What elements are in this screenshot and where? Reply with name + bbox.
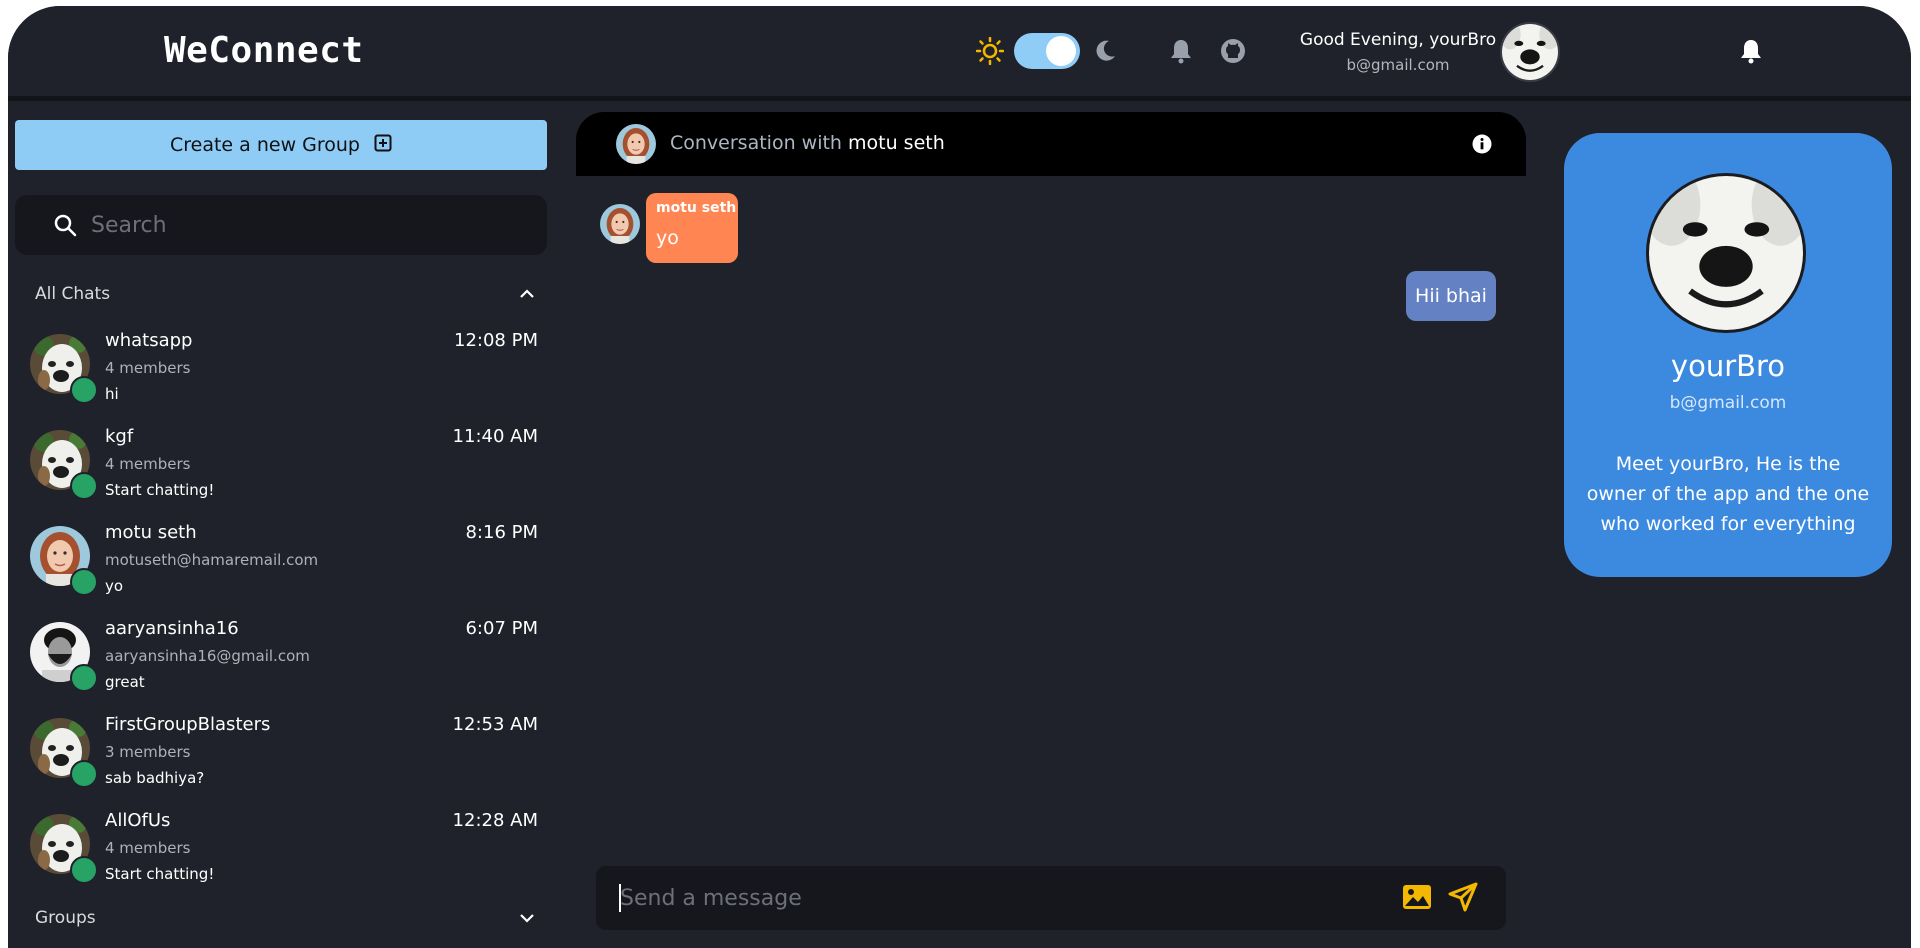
create-group-label: Create a new Group — [169, 134, 360, 156]
add-square-icon — [374, 134, 392, 157]
profile-avatar — [1646, 173, 1806, 333]
create-group-button[interactable]: Create a new Group — [15, 120, 547, 170]
chevron-down-icon[interactable] — [519, 913, 535, 923]
search-icon — [53, 213, 77, 237]
image-icon[interactable] — [1402, 884, 1432, 910]
chat-subtitle: aaryansinha16@gmail.com — [105, 647, 310, 665]
chat-item-firstgroupblasters[interactable]: FirstGroupBlasters 3 members sab badhiya… — [8, 702, 556, 798]
brand-logo[interactable]: WeConnect — [164, 30, 364, 71]
app-window: WeConnect Good Evening, yourBro b@gmail.… — [8, 6, 1911, 948]
sender-avatar — [600, 204, 640, 244]
chat-name: FirstGroupBlasters — [105, 714, 271, 735]
chevron-up-icon[interactable] — [519, 289, 535, 299]
conversation-panel: Conversation with motu seth motu seth yo… — [576, 112, 1526, 942]
conversation-title-prefix: Conversation with — [670, 132, 842, 154]
chat-last-message: great — [105, 673, 145, 691]
chat-item-motu-seth[interactable]: motu seth motuseth@hamaremail.com yo 8:1… — [8, 510, 556, 606]
online-indicator — [70, 664, 98, 692]
online-indicator — [70, 376, 98, 404]
chat-item-aaryansinha16[interactable]: aaryansinha16 aaryansinha16@gmail.com gr… — [8, 606, 556, 702]
online-indicator — [70, 760, 98, 788]
chat-last-message: Start chatting! — [105, 481, 215, 499]
chat-last-message: hi — [105, 385, 119, 403]
groups-label: Groups — [35, 908, 96, 928]
chat-subtitle: 4 members — [105, 455, 191, 473]
profile-email: b@gmail.com — [1669, 393, 1787, 413]
chat-last-message: sab badhiya? — [105, 769, 205, 787]
chat-name: aaryansinha16 — [105, 618, 239, 639]
user-greeting: Good Evening, yourBro b@gmail.com — [1298, 30, 1498, 74]
chat-list: whatsapp 4 members hi 12:08 PM kgf 4 mem… — [8, 318, 556, 894]
user-avatar[interactable] — [1500, 22, 1560, 82]
profile-bio: Meet yourBro, He is the owner of the app… — [1586, 453, 1870, 535]
message-text: yo — [656, 227, 679, 249]
chat-subtitle: motuseth@hamaremail.com — [105, 551, 319, 569]
toggle-knob — [1046, 36, 1076, 66]
user-email: b@gmail.com — [1346, 56, 1450, 74]
outgoing-message: Hii bhai — [1406, 271, 1496, 321]
chat-time: 12:53 AM — [452, 714, 538, 735]
theme-toggle[interactable] — [1014, 33, 1080, 69]
github-icon[interactable] — [1220, 38, 1246, 64]
message-sender: motu seth — [656, 200, 737, 216]
search-placeholder: Search — [91, 212, 167, 238]
search-input[interactable]: Search — [15, 195, 547, 255]
chat-last-message: yo — [105, 577, 124, 595]
bell-icon[interactable] — [1168, 38, 1194, 64]
chat-name: whatsapp — [105, 330, 193, 351]
groups-header[interactable]: Groups — [35, 905, 535, 931]
chat-subtitle: 4 members — [105, 359, 191, 377]
chat-item-allofus[interactable]: AllOfUs 4 members Start chatting! 12:28 … — [8, 798, 556, 894]
message-input[interactable]: Send a message — [596, 866, 1506, 930]
chat-time: 8:16 PM — [465, 522, 538, 543]
profile-card: yourBro b@gmail.com Meet yourBro, He is … — [1564, 133, 1892, 577]
chat-time: 11:40 AM — [452, 426, 538, 447]
moon-icon[interactable] — [1092, 38, 1118, 64]
sun-icon[interactable] — [976, 37, 1004, 65]
chat-last-message: Start chatting! — [105, 865, 215, 883]
chat-name: kgf — [105, 426, 134, 447]
chat-subtitle: 4 members — [105, 839, 191, 857]
chat-time: 6:07 PM — [465, 618, 538, 639]
notification-bell-icon[interactable] — [1738, 38, 1764, 64]
conversation-avatar[interactable] — [616, 124, 656, 164]
top-header: WeConnect Good Evening, yourBro b@gmail.… — [8, 6, 1911, 101]
incoming-message: motu seth yo — [646, 193, 738, 263]
chat-item-whatsapp[interactable]: whatsapp 4 members hi 12:08 PM — [8, 318, 556, 414]
chat-time: 12:08 PM — [454, 330, 538, 351]
chat-time: 12:28 AM — [452, 810, 538, 831]
greeting-text: Good Evening, yourBro — [1299, 30, 1497, 50]
profile-name: yourBro — [1670, 349, 1786, 383]
message-text: Hii bhai — [1415, 285, 1487, 307]
send-icon[interactable] — [1448, 882, 1478, 912]
chat-item-kgf[interactable]: kgf 4 members Start chatting! 11:40 AM — [8, 414, 556, 510]
chat-subtitle: 3 members — [105, 743, 191, 761]
online-indicator — [70, 568, 98, 596]
message-placeholder: Send a message — [620, 886, 802, 911]
conversation-title: Conversation with motu seth — [670, 132, 945, 154]
all-chats-header[interactable]: All Chats — [35, 281, 535, 307]
online-indicator — [70, 856, 98, 884]
chat-name: motu seth — [105, 522, 197, 543]
conversation-title-name: motu seth — [848, 132, 945, 154]
all-chats-label: All Chats — [35, 284, 111, 304]
info-icon[interactable] — [1472, 134, 1492, 154]
conversation-header: Conversation with motu seth — [576, 112, 1526, 176]
online-indicator — [70, 472, 98, 500]
chat-name: AllOfUs — [105, 810, 171, 831]
message-area: motu seth yo Hii bhai — [576, 176, 1526, 922]
